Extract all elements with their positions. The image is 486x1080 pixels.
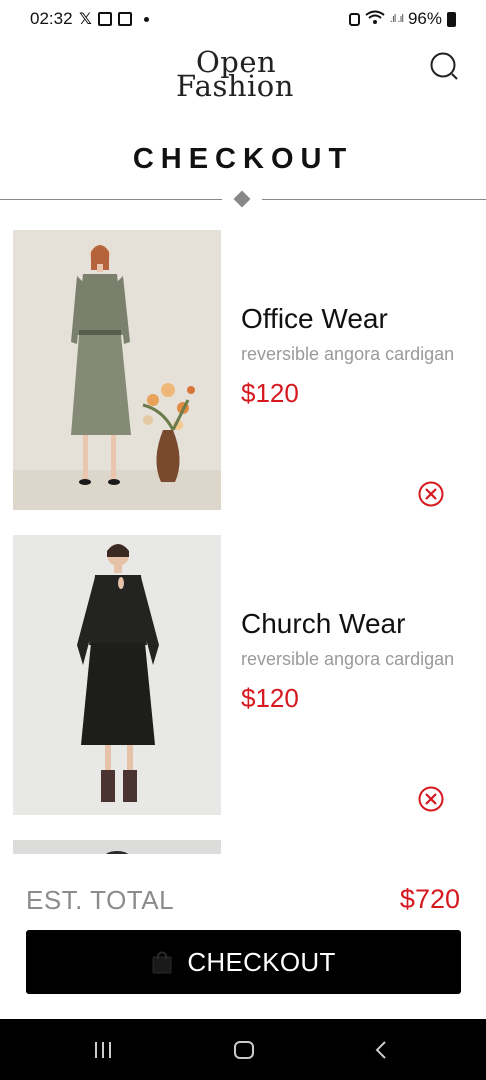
cart-list[interactable]: Office Wear reversible angora cardigan $… <box>0 230 486 854</box>
product-description: reversible angora cardigan <box>241 649 455 669</box>
wifi-icon <box>365 10 385 28</box>
close-circle-icon <box>418 786 444 812</box>
checkout-label: CHECKOUT <box>187 946 336 977</box>
battery-percent: 96% <box>407 9 442 28</box>
data-saver-icon <box>348 12 360 26</box>
checkout-button[interactable]: CHECKOUT <box>26 930 461 994</box>
x-app-icon: 𝕏 <box>79 11 92 28</box>
search-button[interactable] <box>428 50 462 84</box>
status-bar: 02:32 𝕏 .ıl .ıl 96% <box>0 0 486 38</box>
system-icons: .ıl .ıl 96% <box>348 9 456 29</box>
product-description: reversible angora cardigan <box>241 344 455 364</box>
back-icon <box>375 1041 386 1059</box>
total-value: $720 <box>399 884 460 914</box>
shopping-bag-icon <box>152 951 172 974</box>
product-image[interactable] <box>13 535 221 815</box>
brand-logo: Open Fashion <box>176 48 306 103</box>
product-name[interactable]: Church Wear <box>241 608 405 640</box>
product-price: $120 <box>241 378 299 408</box>
product-image[interactable] <box>13 840 221 854</box>
more-notifications-icon <box>143 16 149 22</box>
logo-line-2: Fashion <box>176 69 294 103</box>
status-time: 02:32 <box>30 9 73 28</box>
back-button[interactable] <box>370 1039 394 1061</box>
product-name[interactable]: Office Wear <box>241 303 388 335</box>
notification-icons: 𝕏 <box>79 9 149 29</box>
total-label: EST. TOTAL <box>26 885 175 915</box>
cart-item[interactable]: Office Wear reversible angora cardigan $… <box>0 230 486 510</box>
calendar-icon <box>117 12 132 26</box>
divider-right <box>262 199 486 200</box>
cart-item[interactable] <box>0 840 486 854</box>
signal-icon: .ıl .ıl <box>389 13 404 25</box>
home-button[interactable] <box>232 1039 256 1061</box>
recent-apps-button[interactable] <box>91 1039 115 1061</box>
cart-item[interactable]: Church Wear reversible angora cardigan $… <box>0 535 486 815</box>
recent-apps-icon <box>95 1042 111 1058</box>
system-nav-bar <box>0 1019 486 1080</box>
home-icon <box>234 1041 254 1059</box>
remove-item-button[interactable] <box>417 785 445 813</box>
page-title: CHECKOUT <box>132 143 354 175</box>
remove-item-button[interactable] <box>417 480 445 508</box>
divider-left <box>0 199 222 200</box>
battery-icon <box>447 11 456 27</box>
close-circle-icon <box>418 481 444 507</box>
divider-diamond <box>233 190 251 208</box>
product-price: $120 <box>241 683 299 713</box>
search-icon <box>430 52 458 80</box>
gallery-icon <box>97 12 112 26</box>
product-image[interactable] <box>13 230 221 510</box>
